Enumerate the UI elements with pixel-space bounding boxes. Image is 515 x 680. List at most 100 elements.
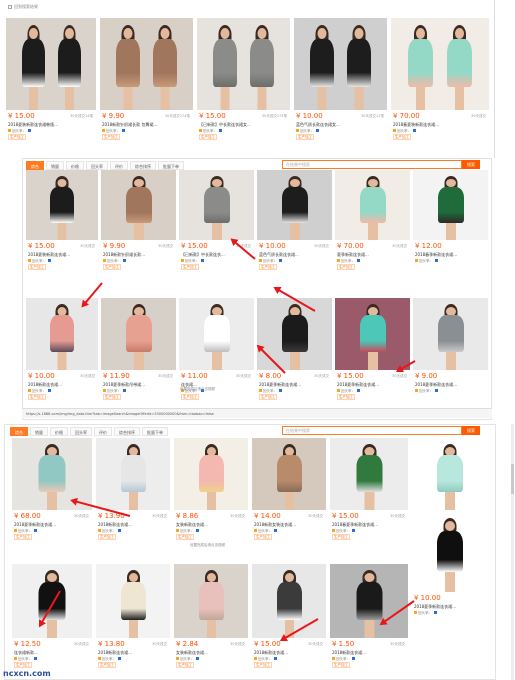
product-card[interactable]: ¥ 15.00 30天成交14笔 2018夏装新款连衣裙韩版... 回头率： 生产加工 — [6, 18, 96, 152]
product-image[interactable] — [6, 18, 96, 110]
product-card[interactable]: ¥ 1.50 30天成交 2018新款连衣裙... 回头率： 生产加工 — [330, 564, 408, 680]
product-card[interactable]: ¥ 15.00 30天成交 2018夏季新款连衣裙... 回头率： 生产加工 — [335, 298, 410, 412]
product-image[interactable] — [413, 170, 488, 240]
sort-tab[interactable]: 价格 — [66, 160, 84, 170]
product-card[interactable]: ¥ 15.00 30天成交 2018春夏季新款连衣裙... 回头率： 生产加工 — [330, 438, 408, 552]
product-card[interactable]: ¥ 15.00 30天成交 2018夏装新款连衣裙... 回头率： 生产加工 — [26, 170, 98, 282]
product-image[interactable] — [412, 512, 488, 592]
product-image[interactable] — [294, 18, 387, 110]
product-card[interactable]: ¥ 8.86 30天成交 女装新款连衣裙... 回头率： 生产加工 — [174, 438, 248, 552]
product-image[interactable] — [174, 564, 248, 638]
product-title[interactable]: 夏季新款连衣裙... — [337, 252, 408, 258]
sort-tab[interactable]: 综合排序 — [114, 426, 140, 436]
product-card[interactable]: ¥ 15.00 30天成交174笔 【已新款】中长款连衣裙女... 回头率： 生产加工 — [197, 18, 290, 152]
product-title[interactable]: 连衣裙新款... — [14, 650, 90, 656]
sort-tab[interactable]: 评价 — [94, 426, 112, 436]
sort-tab[interactable]: 价格 — [50, 426, 68, 436]
product-image[interactable] — [252, 564, 326, 638]
product-title[interactable]: 蓝色气质长款连衣裙女... — [296, 122, 385, 128]
product-image[interactable] — [12, 438, 92, 510]
product-title[interactable]: 2018夏季新款连衣裙... — [259, 382, 330, 388]
search-button[interactable]: 搜索 — [462, 426, 480, 435]
sort-tab[interactable]: 回头率 — [86, 160, 108, 170]
sort-tab[interactable]: 综合排序 — [130, 160, 156, 170]
product-card[interactable]: ¥ 14.00 30天成交 2018新款女装连衣裙... 回头率： 生产加工 — [252, 438, 326, 552]
product-title[interactable]: 2018新款连衣裙... — [98, 650, 168, 656]
product-image[interactable] — [96, 564, 170, 638]
sort-tab[interactable]: 综合 — [10, 426, 28, 436]
product-image[interactable] — [335, 170, 410, 240]
product-title[interactable]: 2018新款针织裙长款 包臀裙... — [102, 122, 191, 128]
product-card[interactable]: ¥ 10.00 30天成交 2018新款连衣裙... 回头率： 生产加工 — [26, 298, 98, 412]
product-card[interactable]: ¥ 10.00 30天成交12笔 蓝色气质长款连衣裙女... 回头率： 生产加工 — [294, 18, 387, 152]
sort-tab[interactable]: 批量下单 — [158, 160, 184, 170]
product-title[interactable]: 2018夏装新款连衣裙... — [28, 252, 96, 258]
sort-tab[interactable]: 评价 — [110, 160, 128, 170]
product-card[interactable]: ¥ 12.50 30天成交 连衣裙新款... 回头率： 生产加工 — [12, 564, 92, 680]
product-card[interactable]: ¥ 2.84 30天成交 女装新款连衣裙... 回头率： 生产加工 — [174, 564, 248, 680]
product-image[interactable] — [391, 18, 489, 110]
product-card[interactable]: ¥ 12.00 2018春季新款连衣裙...回头率： — [413, 170, 488, 282]
scrollbar-thumb[interactable] — [511, 464, 514, 494]
product-card[interactable]: ¥ 10.00 30天成交 蓝色气质长款连衣裙... 回头率： 生产加工 — [257, 170, 332, 282]
search-button[interactable]: 搜索 — [462, 160, 480, 169]
product-card[interactable]: ¥ 11.90 30天成交 2018夏季新款吊带裙... 回头率： 生产加工 — [101, 298, 176, 412]
product-image[interactable] — [413, 298, 488, 370]
product-image[interactable] — [257, 298, 332, 370]
search-input[interactable]: 在结果中搜索 — [282, 426, 462, 435]
search-input[interactable]: 在结果中搜索 — [282, 160, 462, 169]
product-title[interactable]: 2018春夏季新款连衣裙... — [332, 522, 406, 528]
sort-tab[interactable]: 综合 — [26, 160, 44, 170]
product-image[interactable] — [197, 18, 290, 110]
product-title[interactable]: 2018新款连衣裙... — [332, 650, 406, 656]
product-card[interactable]: ¥ 9.90 30天成交174笔 2018新款针织裙长款 包臀裙... 回头率： 生产加… — [100, 18, 193, 152]
product-card[interactable]: ¥ 9.90 30天成交 2018新款针织裙长款... 回头率： 生产加工 — [101, 170, 176, 282]
product-title[interactable]: 2018春季新款连衣裙... — [415, 252, 486, 258]
product-title[interactable]: 2018新款针织裙长款... — [103, 252, 174, 258]
product-card[interactable]: ¥ 10.00 2018夏季新款连衣裙... 回头率： — [412, 512, 488, 634]
product-image[interactable] — [174, 438, 248, 510]
product-title[interactable]: 女装新款连衣裙... — [176, 522, 246, 528]
product-image[interactable] — [96, 438, 170, 510]
product-card[interactable]: ¥ 13.90 30天成交 2018新款连衣裙... 回头率： 生产加工 — [96, 438, 170, 552]
sort-tab[interactable]: 回头率 — [70, 426, 92, 436]
product-image[interactable] — [179, 298, 254, 370]
product-image[interactable] — [26, 298, 98, 370]
product-image[interactable] — [257, 170, 332, 240]
product-image[interactable] — [335, 298, 410, 370]
product-title[interactable]: 2018春夏装新款连衣裙... — [393, 122, 487, 128]
product-title[interactable]: 2018新款连衣裙... — [254, 650, 324, 656]
product-title[interactable]: 2018新款连衣裙... — [98, 522, 168, 528]
product-title[interactable]: 2018夏装新款连衣裙韩版... — [8, 122, 94, 128]
product-title[interactable]: 2018夏季新款吊带裙... — [103, 382, 174, 388]
product-image[interactable] — [330, 564, 408, 638]
product-image[interactable] — [412, 438, 488, 510]
product-card[interactable]: ¥ 11.00 30天成交 连衣裙... 回头率： 生产加工 — [179, 298, 254, 412]
product-title[interactable]: 【已新款】中长款连衣裙女... — [199, 122, 288, 128]
product-card[interactable]: ¥ 68.00 30天成交 2018夏季新款连衣裙... 回头率： 生产加工 — [12, 438, 92, 552]
product-image[interactable] — [101, 170, 176, 240]
product-image[interactable] — [252, 438, 326, 510]
product-card[interactable]: ¥ 13.80 30天成交 2018新款连衣裙... 回头率： 生产加工 — [96, 564, 170, 680]
product-card[interactable]: ¥ 9.00 2018夏季新款连衣裙... 回头率： — [413, 298, 488, 412]
product-image[interactable] — [26, 170, 98, 240]
product-title[interactable]: 2018夏季新款连衣裙... — [414, 604, 486, 610]
sort-tab[interactable]: 销量 — [46, 160, 64, 170]
product-card[interactable]: ¥ 15.00 30天成交 【已新款】中长款连衣... 回头率： 生产加工 — [179, 170, 254, 282]
product-title[interactable]: 2018夏季新款连衣裙... — [14, 522, 90, 528]
product-card[interactable]: ¥ 15.00 30天成交 2018新款连衣裙... 回头率： 生产加工 — [252, 564, 326, 680]
product-image[interactable] — [179, 170, 254, 240]
product-title[interactable]: 蓝色气质长款连衣裙... — [259, 252, 330, 258]
product-title[interactable]: 2018新款女装连衣裙... — [254, 522, 324, 528]
scrollbar[interactable] — [511, 424, 514, 680]
product-title[interactable]: 2018夏季新款连衣裙... — [337, 382, 408, 388]
sort-tab[interactable]: 销量 — [30, 426, 48, 436]
sort-tab[interactable]: 批量下单 — [142, 426, 168, 436]
product-title[interactable]: 2018夏季新款连衣裙... — [415, 382, 486, 388]
product-card[interactable]: ¥ 70.00 30天成交 2018春夏装新款连衣裙... 回头率： 生产加工 — [391, 18, 489, 152]
product-title[interactable]: 2018新款连衣裙... — [28, 382, 96, 388]
product-title[interactable]: 女装新款连衣裙... — [176, 650, 246, 656]
product-image[interactable] — [330, 438, 408, 510]
product-title[interactable]: 【已新款】中长款连衣... — [181, 252, 252, 258]
product-image[interactable] — [100, 18, 193, 110]
